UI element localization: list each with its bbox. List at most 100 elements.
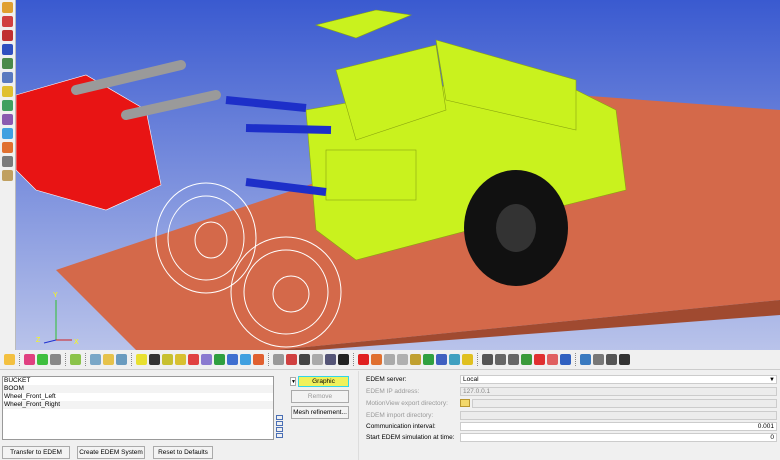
fmu-icon[interactable] bbox=[560, 354, 571, 365]
force-icon[interactable] bbox=[358, 354, 369, 365]
import-dir-label: EDEM import directory: bbox=[366, 412, 434, 419]
formula-icon[interactable] bbox=[482, 354, 493, 365]
spline-icon[interactable] bbox=[449, 354, 460, 365]
body-icon[interactable] bbox=[2, 72, 13, 83]
point-icon[interactable] bbox=[2, 58, 13, 69]
deselect-icon[interactable] bbox=[276, 421, 283, 426]
table-view-icon[interactable] bbox=[619, 354, 630, 365]
cylinder-icon[interactable] bbox=[397, 354, 408, 365]
list-item[interactable]: Wheel_Front_Right bbox=[3, 401, 273, 409]
triad-z-label: Z bbox=[36, 337, 41, 344]
list-item[interactable]: BOOM bbox=[3, 385, 273, 393]
model-view: Y X Z bbox=[15, 0, 780, 350]
vector-icon[interactable] bbox=[240, 354, 251, 365]
beam-icon[interactable] bbox=[410, 354, 421, 365]
entity-color-icon[interactable] bbox=[37, 354, 48, 365]
reset-to-defaults-button[interactable]: Reset to Defaults bbox=[153, 446, 213, 459]
joint-icon[interactable] bbox=[2, 100, 13, 111]
rotation-icon[interactable] bbox=[325, 354, 336, 365]
ip-field[interactable]: 127.0.0.1 bbox=[460, 387, 777, 396]
list-tools bbox=[276, 415, 284, 439]
cs-icon[interactable] bbox=[116, 354, 127, 365]
refresh-icon[interactable] bbox=[276, 433, 283, 438]
start-time-field[interactable]: 0 bbox=[460, 433, 777, 442]
list-item[interactable]: BUCKET bbox=[3, 377, 273, 385]
ip-label: EDEM IP address: bbox=[366, 388, 420, 395]
left-toolbar bbox=[0, 0, 16, 350]
camera-icon[interactable] bbox=[273, 354, 284, 365]
server-value: Local bbox=[463, 376, 479, 383]
chevron-down-icon[interactable]: ▼ bbox=[769, 376, 775, 384]
motion-icon[interactable] bbox=[312, 354, 323, 365]
joint-icon[interactable] bbox=[175, 354, 186, 365]
body-list[interactable]: BUCKET BOOM Wheel_Front_Left Wheel_Front… bbox=[2, 376, 274, 440]
marker-icon[interactable] bbox=[2, 114, 13, 125]
check-icon[interactable] bbox=[70, 354, 81, 365]
curve-icon[interactable] bbox=[2, 30, 13, 41]
window-icon[interactable] bbox=[90, 354, 101, 365]
brace-icon[interactable] bbox=[606, 354, 617, 365]
flex-icon[interactable] bbox=[423, 354, 434, 365]
contour-icon[interactable] bbox=[253, 354, 264, 365]
panel-divider bbox=[358, 371, 359, 460]
marker-icon[interactable] bbox=[188, 354, 199, 365]
body-icon[interactable] bbox=[149, 354, 160, 365]
pointer-icon[interactable] bbox=[50, 354, 61, 365]
folder-icon[interactable] bbox=[460, 399, 470, 407]
deformable-icon[interactable] bbox=[214, 354, 225, 365]
select-all-icon[interactable] bbox=[276, 415, 283, 420]
graphics-viewport[interactable]: Y X Z bbox=[15, 0, 780, 350]
shading-icon[interactable] bbox=[4, 354, 15, 365]
toolbar-separator bbox=[19, 353, 20, 366]
list-item[interactable]: Wheel_Front_Left bbox=[3, 393, 273, 401]
tire-icon[interactable] bbox=[547, 354, 558, 365]
graphic-icon[interactable] bbox=[2, 86, 13, 97]
triad-y-label: Y bbox=[53, 292, 58, 299]
surface-icon[interactable] bbox=[201, 354, 212, 365]
export-dir-field[interactable] bbox=[472, 399, 777, 408]
remove-button[interactable]: Remove bbox=[291, 390, 349, 403]
graphic-dropdown-arrow[interactable]: ▼ bbox=[290, 377, 296, 386]
plane-icon[interactable] bbox=[227, 354, 238, 365]
graphic-icon[interactable] bbox=[162, 354, 173, 365]
point-icon[interactable] bbox=[136, 354, 147, 365]
toolbar-separator bbox=[65, 353, 66, 366]
color-wheel-icon[interactable] bbox=[24, 354, 35, 365]
output-icon[interactable] bbox=[2, 156, 13, 167]
force-icon[interactable] bbox=[2, 128, 13, 139]
spring-icon[interactable] bbox=[2, 44, 13, 55]
interval-field[interactable]: 0.001 bbox=[460, 422, 777, 431]
table-icon[interactable] bbox=[371, 354, 382, 365]
actuator-icon[interactable] bbox=[299, 354, 310, 365]
rear-wheel bbox=[464, 170, 568, 286]
server-select[interactable]: Local ▼ bbox=[460, 375, 777, 384]
triad-x-label: X bbox=[74, 339, 79, 346]
pencil-icon[interactable] bbox=[2, 16, 13, 27]
graphic-button[interactable]: Graphic bbox=[298, 376, 349, 387]
grid-icon[interactable] bbox=[384, 354, 395, 365]
export-dir-label: MotionView export directory: bbox=[366, 400, 448, 407]
toolbar-separator bbox=[268, 353, 269, 366]
ruler-icon[interactable] bbox=[2, 170, 13, 181]
mesh-refinement-button[interactable]: Mesh refinement... bbox=[291, 406, 349, 419]
toolbar-separator bbox=[477, 353, 478, 366]
atom-icon[interactable] bbox=[462, 354, 473, 365]
main-toolbar bbox=[0, 350, 780, 370]
diff-icon[interactable] bbox=[593, 354, 604, 365]
warning-icon[interactable] bbox=[103, 354, 114, 365]
data-set-icon[interactable] bbox=[521, 354, 532, 365]
transfer-to-edem-button[interactable]: Transfer to EDEM bbox=[2, 446, 70, 459]
reverse-icon[interactable] bbox=[276, 427, 283, 432]
interval-label: Communication interval: bbox=[366, 423, 436, 430]
motion-icon[interactable] bbox=[2, 142, 13, 153]
spring-icon[interactable] bbox=[286, 354, 297, 365]
import-dir-field[interactable] bbox=[460, 411, 777, 420]
function-icon[interactable] bbox=[338, 354, 349, 365]
string-icon[interactable] bbox=[508, 354, 519, 365]
create-edem-system-button[interactable]: Create EDEM System bbox=[77, 446, 145, 459]
contact-icon[interactable] bbox=[436, 354, 447, 365]
template-icon[interactable] bbox=[580, 354, 591, 365]
solver-array-icon[interactable] bbox=[534, 354, 545, 365]
pencil-icon[interactable] bbox=[2, 2, 13, 13]
array-icon[interactable] bbox=[495, 354, 506, 365]
